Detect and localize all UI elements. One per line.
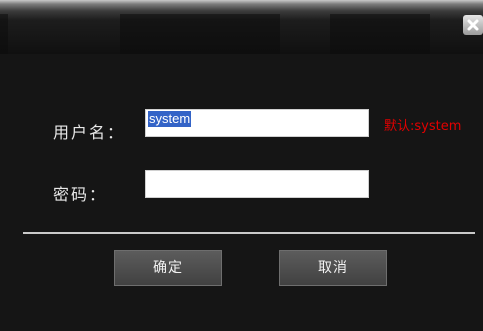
divider bbox=[23, 232, 475, 234]
ok-button[interactable]: 确定 bbox=[114, 250, 222, 286]
username-label: 用户名： bbox=[53, 123, 126, 142]
cancel-button[interactable]: 取消 bbox=[279, 250, 387, 286]
title-bar[interactable] bbox=[0, 0, 483, 54]
login-dialog: 用户名： system 默认:system 密码： 确定 取消 bbox=[0, 0, 483, 331]
close-x-icon bbox=[467, 19, 479, 31]
dialog-body: 用户名： system 默认:system 密码： 确定 取消 bbox=[0, 54, 483, 331]
username-value: system bbox=[148, 111, 192, 127]
username-default-hint: 默认:system bbox=[384, 119, 462, 134]
password-input[interactable] bbox=[145, 170, 369, 198]
username-input[interactable]: system bbox=[145, 109, 369, 137]
password-label: 密码： bbox=[53, 185, 108, 204]
close-button[interactable] bbox=[463, 15, 483, 35]
